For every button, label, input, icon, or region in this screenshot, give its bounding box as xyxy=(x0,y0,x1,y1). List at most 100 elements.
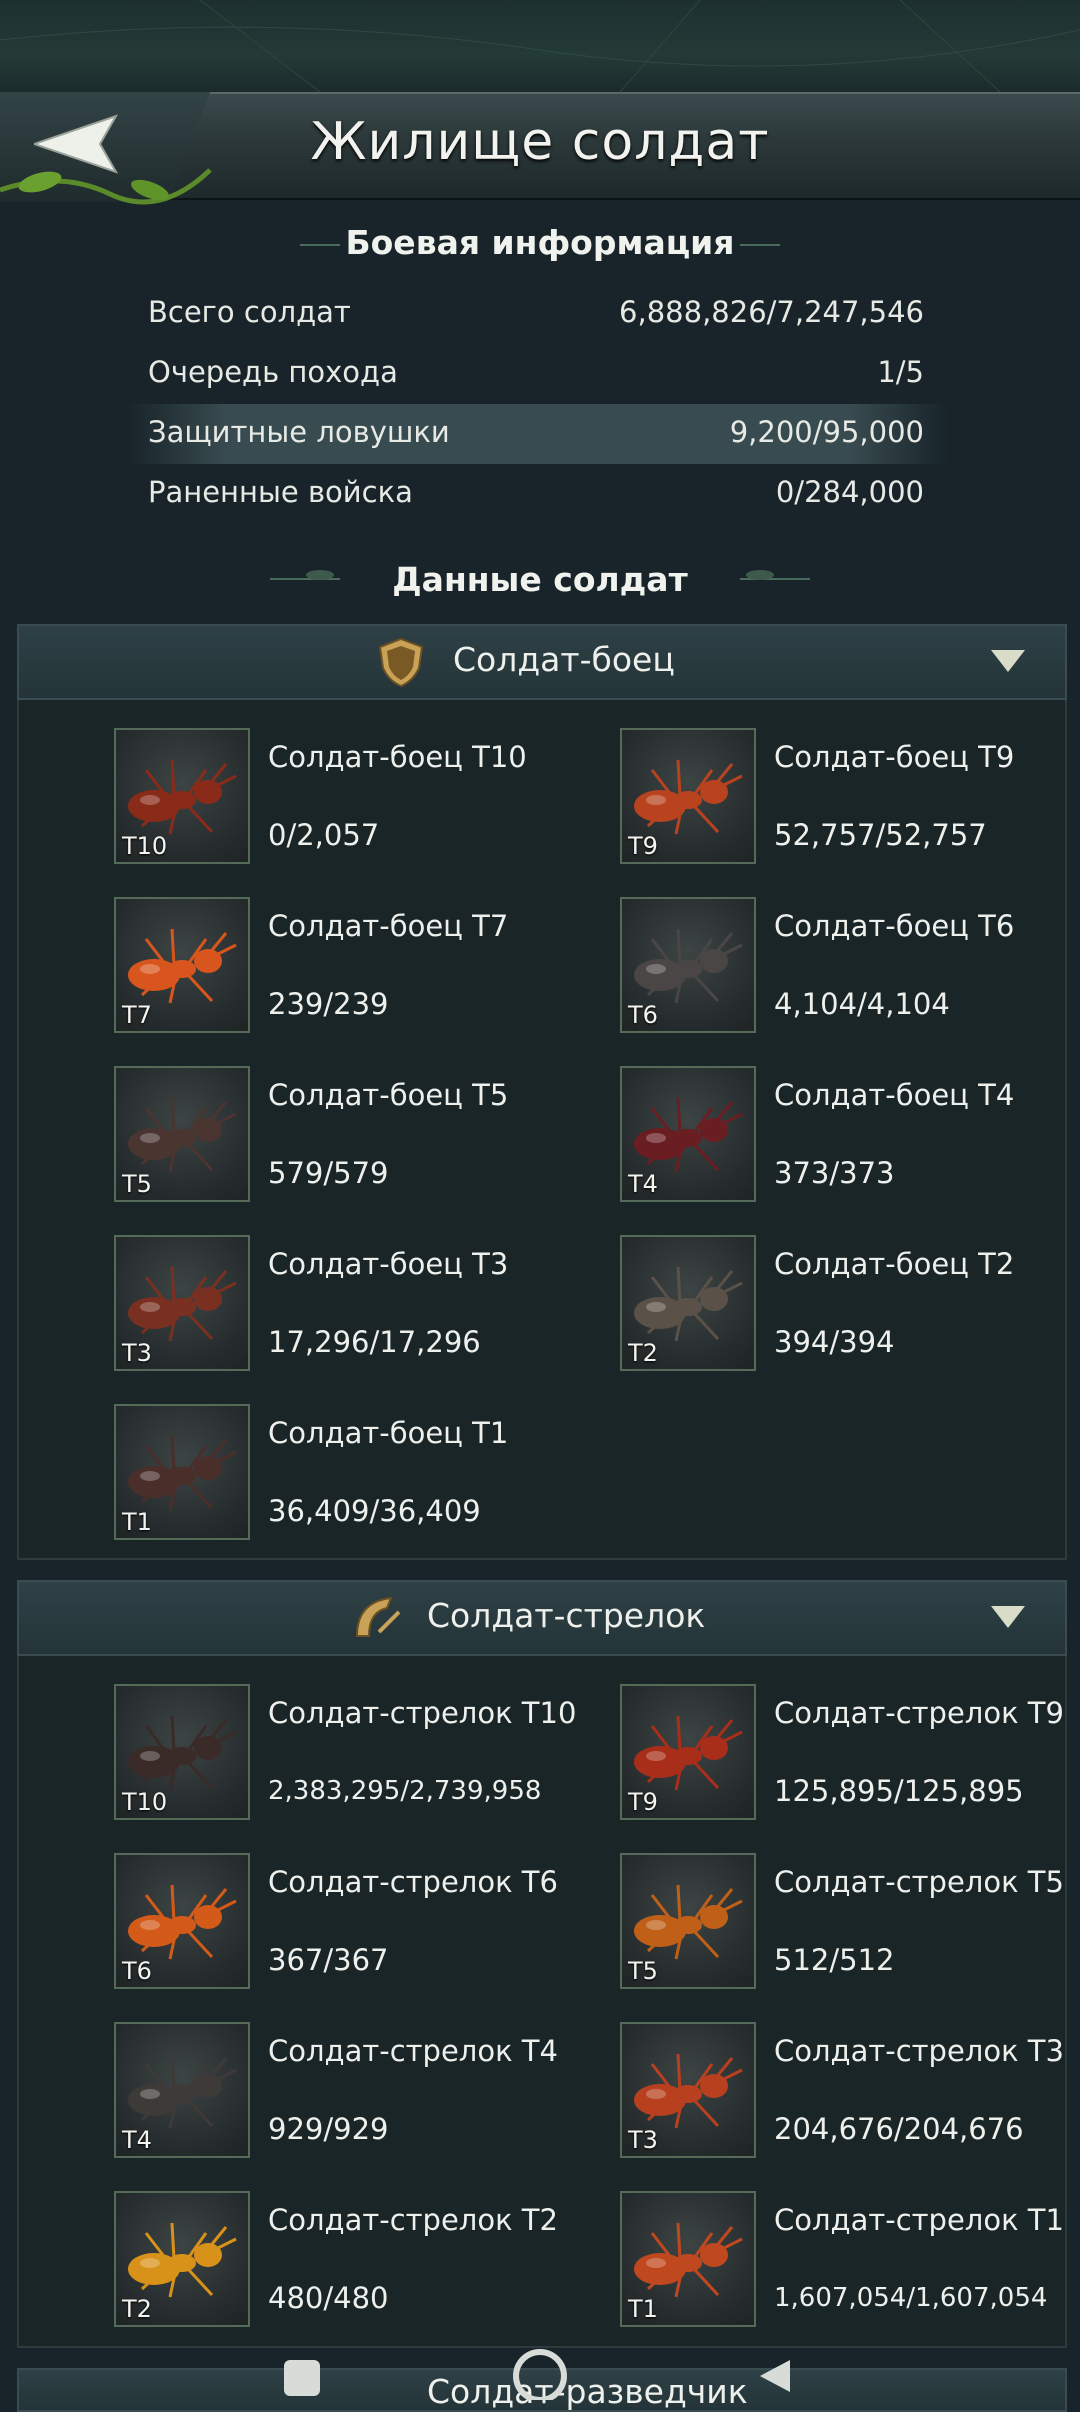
unit-card[interactable]: T7 Солдат-боец Т7 239/239 xyxy=(114,897,594,1037)
unit-card[interactable]: T4 Солдат-боец Т4 373/373 xyxy=(620,1066,1080,1206)
tier-label: T10 xyxy=(122,832,168,860)
tier-label: T1 xyxy=(628,2295,658,2323)
tier-label: T6 xyxy=(628,1001,658,1029)
info-value: 0/284,000 xyxy=(775,475,924,509)
tier-label: T3 xyxy=(628,2126,658,2154)
unit-count: 929/929 xyxy=(268,2112,389,2146)
unit-count: 0/2,057 xyxy=(268,818,380,852)
unit-count: 17,296/17,296 xyxy=(268,1325,481,1359)
unit-thumbnail[interactable]: T1 xyxy=(620,2191,756,2327)
unit-thumbnail[interactable]: T1 xyxy=(114,1404,250,1540)
unit-name: Солдат-стрелок Т5 xyxy=(774,1865,1064,1899)
info-label: Защитные ловушки xyxy=(148,415,450,449)
shield-icon xyxy=(378,637,424,688)
tier-label: T6 xyxy=(122,1957,152,1985)
unit-thumbnail[interactable]: T2 xyxy=(114,2191,250,2327)
unit-card[interactable]: T4 Солдат-стрелок Т4 929/929 xyxy=(114,2022,594,2162)
unit-card[interactable]: T6 Солдат-боец Т6 4,104/4,104 xyxy=(620,897,1080,1037)
unit-card[interactable]: T9 Солдат-боец Т9 52,757/52,757 xyxy=(620,728,1080,868)
top-background xyxy=(0,0,1080,92)
unit-name: Солдат-стрелок Т2 xyxy=(268,2203,558,2237)
unit-thumbnail[interactable]: T3 xyxy=(620,2022,756,2158)
tier-label: T1 xyxy=(122,1508,152,1536)
unit-name: Солдат-боец Т1 xyxy=(268,1416,509,1450)
unit-card[interactable]: T1 Солдат-боец Т1 36,409/36,409 xyxy=(114,1404,594,1544)
back-nav-icon xyxy=(760,2360,790,2392)
unit-card[interactable]: T1 Солдат-стрелок Т1 1,607,054/1,607,054 xyxy=(620,2191,1080,2331)
unit-thumbnail[interactable]: T5 xyxy=(620,1853,756,1989)
unit-card[interactable]: T5 Солдат-боец Т5 579/579 xyxy=(114,1066,594,1206)
unit-card[interactable]: T3 Солдат-стрелок Т3 204,676/204,676 xyxy=(620,2022,1080,2162)
info-label: Всего солдат xyxy=(148,295,351,329)
bow-icon xyxy=(355,1596,401,1637)
tier-label: T2 xyxy=(122,2295,152,2323)
unit-thumbnail[interactable]: T6 xyxy=(620,897,756,1033)
unit-thumbnail[interactable]: T10 xyxy=(114,1684,250,1820)
unit-card[interactable]: T2 Солдат-боец Т2 394/394 xyxy=(620,1235,1080,1375)
unit-count: 367/367 xyxy=(268,1943,389,1977)
unit-thumbnail[interactable]: T7 xyxy=(114,897,250,1033)
fighter-title: Солдат-боец xyxy=(453,640,675,679)
unit-thumbnail[interactable]: T10 xyxy=(114,728,250,864)
battle-info-title: Боевая информация xyxy=(345,223,735,262)
unit-name: Солдат-стрелок Т9 xyxy=(774,1696,1064,1730)
unit-count: 1,607,054/1,607,054 xyxy=(774,2283,1048,2313)
unit-name: Солдат-стрелок Т1 xyxy=(774,2203,1064,2237)
unit-card[interactable]: T2 Солдат-стрелок Т2 480/480 xyxy=(114,2191,594,2331)
unit-name: Солдат-стрелок Т10 xyxy=(268,1696,577,1730)
unit-name: Солдат-стрелок Т6 xyxy=(268,1865,558,1899)
unit-count: 394/394 xyxy=(774,1325,895,1359)
info-row-wounded: Раненные войска 0/284,000 xyxy=(128,464,948,524)
soldier-data-title: Данные солдат xyxy=(392,560,688,599)
unit-thumbnail[interactable]: T4 xyxy=(620,1066,756,1202)
unit-count: 579/579 xyxy=(268,1156,389,1190)
unit-thumbnail[interactable]: T5 xyxy=(114,1066,250,1202)
tier-label: T4 xyxy=(122,2126,152,2154)
unit-count: 239/239 xyxy=(268,987,389,1021)
unit-thumbnail[interactable]: T6 xyxy=(114,1853,250,1989)
unit-card[interactable]: T3 Солдат-боец Т3 17,296/17,296 xyxy=(114,1235,594,1375)
unit-count: 2,383,295/2,739,958 xyxy=(268,1776,542,1806)
tier-label: T3 xyxy=(122,1339,152,1367)
fighter-header[interactable]: Солдат-боец xyxy=(17,624,1067,700)
unit-name: Солдат-боец Т2 xyxy=(774,1247,1015,1281)
unit-thumbnail[interactable]: T9 xyxy=(620,728,756,864)
unit-name: Солдат-боец Т3 xyxy=(268,1247,509,1281)
unit-thumbnail[interactable]: T2 xyxy=(620,1235,756,1371)
unit-name: Солдат-боец Т4 xyxy=(774,1078,1015,1112)
unit-thumbnail[interactable]: T9 xyxy=(620,1684,756,1820)
unit-card[interactable]: T9 Солдат-стрелок Т9 125,895/125,895 xyxy=(620,1684,1080,1824)
unit-name: Солдат-стрелок Т4 xyxy=(268,2034,558,2068)
unit-card[interactable]: T10 Солдат-стрелок Т10 2,383,295/2,739,958 xyxy=(114,1684,594,1824)
info-value: 6,888,826/7,247,546 xyxy=(619,295,924,329)
home-icon xyxy=(513,2349,567,2400)
unit-name: Солдат-боец Т9 xyxy=(774,740,1015,774)
info-row-total: Всего солдат 6,888,826/7,247,546 xyxy=(128,284,948,344)
tier-label: T9 xyxy=(628,832,658,860)
info-label: Очередь похода xyxy=(148,355,398,389)
shooter-header[interactable]: Солдат-стрелок xyxy=(17,1580,1067,1656)
unit-name: Солдат-боец Т5 xyxy=(268,1078,509,1112)
chevron-down-icon[interactable] xyxy=(991,1606,1025,1628)
tier-label: T9 xyxy=(628,1788,658,1816)
unit-count: 4,104/4,104 xyxy=(774,987,950,1021)
unit-name: Солдат-боец Т10 xyxy=(268,740,527,774)
recents-icon xyxy=(284,2360,320,2396)
info-value: 1/5 xyxy=(877,355,924,389)
info-row-march-queue: Очередь похода 1/5 xyxy=(128,344,948,404)
unit-count: 373/373 xyxy=(774,1156,895,1190)
unit-card[interactable]: T10 Солдат-боец Т10 0/2,057 xyxy=(114,728,594,868)
unit-card[interactable]: T6 Солдат-стрелок Т6 367/367 xyxy=(114,1853,594,1993)
unit-count: 204,676/204,676 xyxy=(774,2112,1024,2146)
page-title: Жилище солдат xyxy=(310,112,770,172)
unit-count: 480/480 xyxy=(268,2281,389,2315)
info-value: 9,200/95,000 xyxy=(729,415,924,449)
tier-label: T5 xyxy=(628,1957,658,1985)
tier-label: T5 xyxy=(122,1170,152,1198)
unit-thumbnail[interactable]: T3 xyxy=(114,1235,250,1371)
unit-card[interactable]: T5 Солдат-стрелок Т5 512/512 xyxy=(620,1853,1080,1993)
unit-count: 125,895/125,895 xyxy=(774,1774,1024,1808)
info-label: Раненные войска xyxy=(148,475,413,509)
chevron-down-icon[interactable] xyxy=(991,650,1025,672)
unit-thumbnail[interactable]: T4 xyxy=(114,2022,250,2158)
